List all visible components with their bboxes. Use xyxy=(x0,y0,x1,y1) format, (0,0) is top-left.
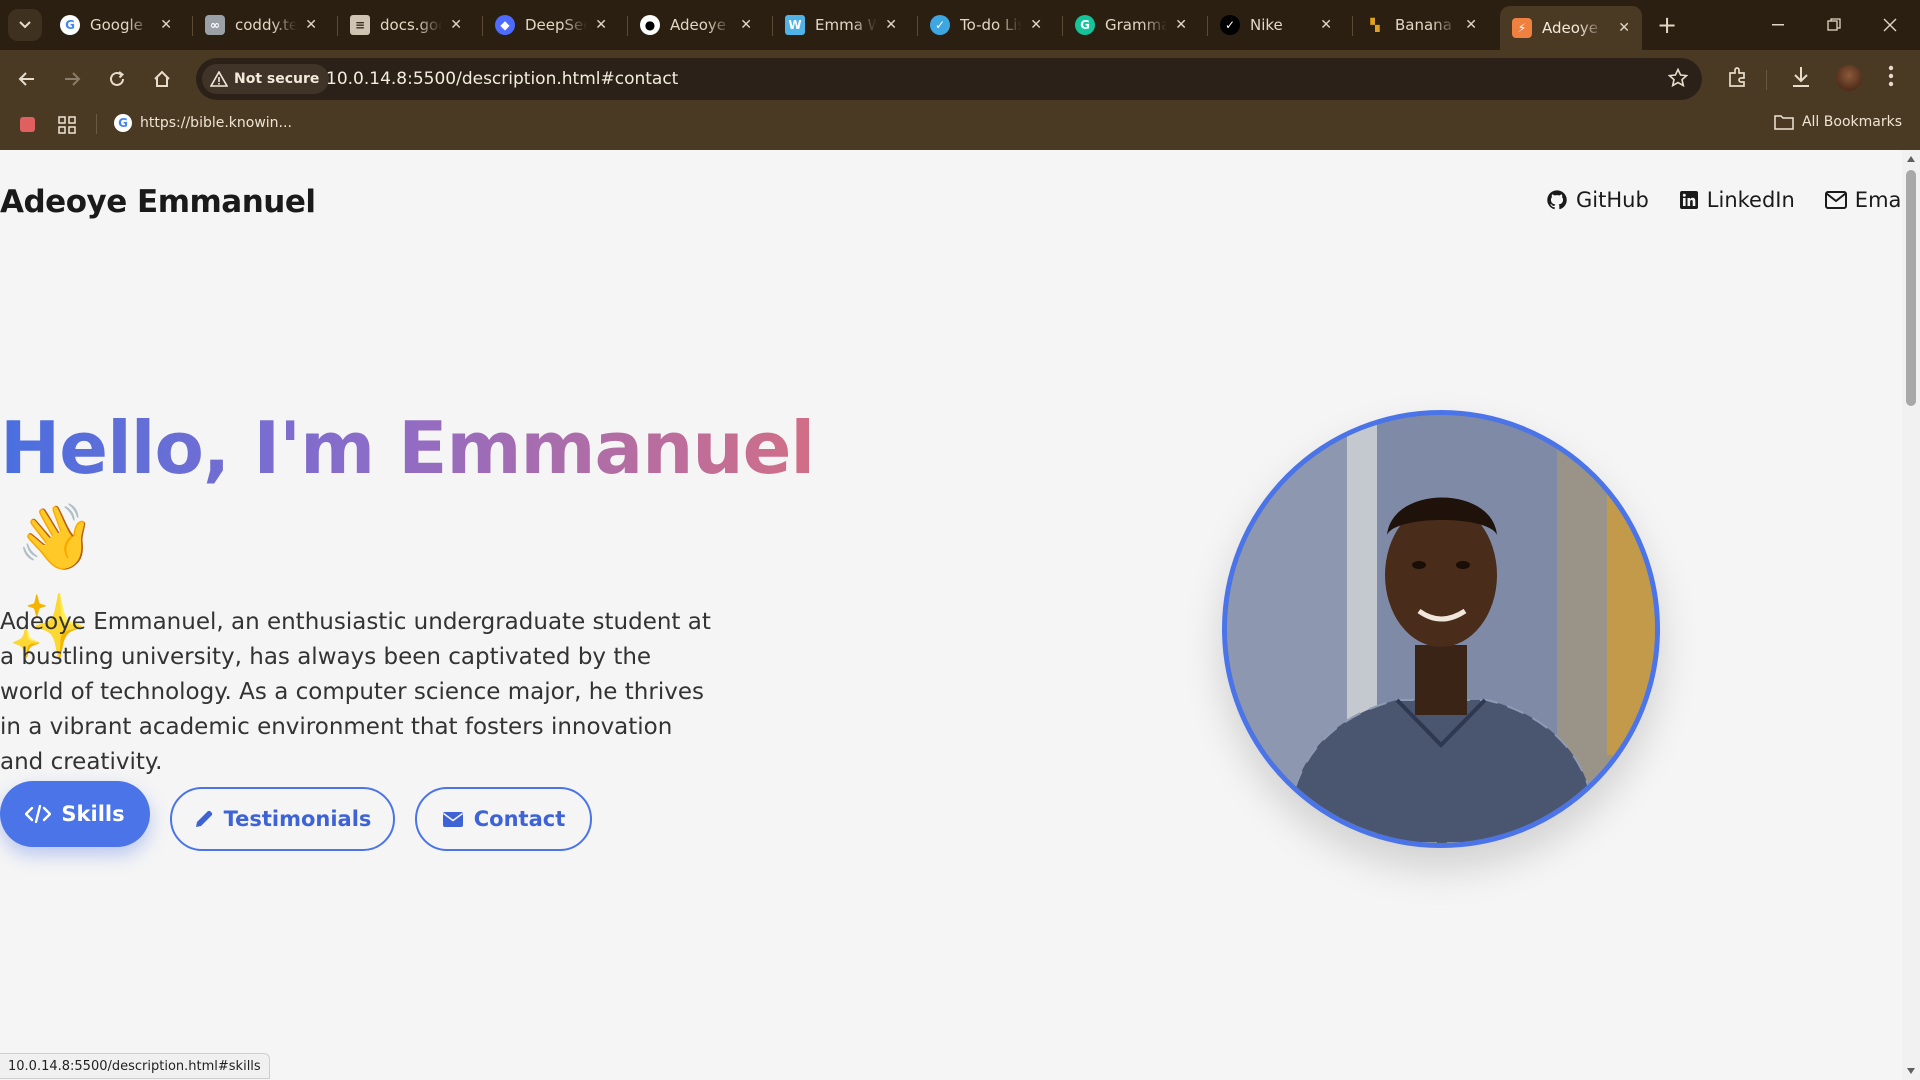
nike-icon: ✓ xyxy=(1220,15,1240,35)
banana-icon: ▚ xyxy=(1370,18,1380,32)
new-tab-button[interactable]: + xyxy=(1652,9,1682,41)
close-window-button[interactable] xyxy=(1862,0,1918,50)
todo-icon: ✓ xyxy=(930,15,950,35)
forward-button[interactable] xyxy=(56,63,88,95)
minimize-button[interactable] xyxy=(1750,0,1806,50)
email-link[interactable]: Email xyxy=(1824,188,1902,212)
github-link[interactable]: GitHub xyxy=(1546,188,1649,212)
scrollbar-thumb[interactable] xyxy=(1906,170,1916,406)
wave-emoji: 👋 xyxy=(16,501,96,575)
envelope-icon xyxy=(442,811,463,827)
close-icon[interactable]: ✕ xyxy=(595,17,607,33)
word-icon: W xyxy=(785,15,805,35)
skills-button[interactable]: Skills xyxy=(0,781,150,847)
contact-button[interactable]: Contact xyxy=(415,787,592,851)
grammarly-icon: G xyxy=(1075,15,1095,35)
all-bookmarks-button[interactable]: All Bookmarks xyxy=(1774,114,1902,130)
close-icon[interactable]: ✕ xyxy=(450,17,462,33)
linkedin-icon xyxy=(1679,191,1698,209)
google-icon: G xyxy=(114,114,132,132)
folder-icon xyxy=(1774,115,1794,130)
back-button[interactable] xyxy=(11,63,43,95)
profile-avatar[interactable] xyxy=(1836,65,1862,91)
tab-todo[interactable]: ✓ To-do List ✕ xyxy=(918,8,1054,42)
download-icon[interactable] xyxy=(1790,65,1812,93)
browser-toolbar: Not secure 10.0.14.8:5500/description.ht… xyxy=(0,50,1920,108)
tab-deepseek[interactable]: ◆ DeepSeek ✕ xyxy=(483,8,619,42)
page-viewport: Adeoye Emmanuel GitHub LinkedIn Email He… xyxy=(0,150,1902,1080)
github-icon: ● xyxy=(640,15,660,35)
docs-icon: ≡ xyxy=(350,15,370,35)
close-icon[interactable]: ✕ xyxy=(160,17,172,33)
apps-grid-icon[interactable] xyxy=(58,116,76,138)
testimonials-button[interactable]: Testimonials xyxy=(170,787,395,851)
bookmark-red-icon[interactable] xyxy=(20,117,35,132)
tab-search-button[interactable] xyxy=(8,9,42,41)
security-chip[interactable]: Not secure xyxy=(202,64,330,94)
close-icon[interactable]: ✕ xyxy=(1320,17,1332,33)
github-icon xyxy=(1547,190,1567,210)
security-label: Not secure xyxy=(234,71,320,87)
close-icon[interactable]: ✕ xyxy=(1465,17,1477,33)
page-scrollbar[interactable] xyxy=(1902,150,1920,1080)
pencil-icon xyxy=(195,810,212,827)
tab-adeoye-active[interactable]: ⚡ Adeoye ✕ xyxy=(1500,6,1642,50)
link-status-bar: 10.0.14.8:5500/description.html#skills xyxy=(0,1053,270,1079)
close-icon[interactable]: ✕ xyxy=(305,17,317,33)
social-nav: GitHub LinkedIn Email xyxy=(1546,188,1902,212)
warning-icon xyxy=(210,71,228,87)
bookmark-bible[interactable]: G https://bible.knowin... xyxy=(114,114,292,132)
tab-github[interactable]: ● Adeoye ✕ xyxy=(628,8,764,42)
bookmark-star-icon[interactable] xyxy=(1667,67,1689,92)
site-title[interactable]: Adeoye Emmanuel xyxy=(0,184,316,220)
close-icon[interactable]: ✕ xyxy=(740,17,752,33)
deepseek-icon: ◆ xyxy=(495,15,515,35)
hero-description: Adeoye Emmanuel, an enthusiastic undergr… xyxy=(0,609,711,775)
close-icon[interactable]: ✕ xyxy=(885,17,897,33)
google-icon: G xyxy=(60,15,80,35)
address-bar[interactable]: Not secure 10.0.14.8:5500/description.ht… xyxy=(196,58,1702,100)
tab-google[interactable]: G Google ✕ xyxy=(48,8,184,42)
tab-grammarly[interactable]: G Grammarly ✕ xyxy=(1063,8,1199,42)
close-icon[interactable]: ✕ xyxy=(1175,17,1187,33)
url-text[interactable]: 10.0.14.8:5500/description.html#contact xyxy=(326,69,678,89)
home-button[interactable] xyxy=(146,63,178,95)
extensions-icon[interactable] xyxy=(1726,65,1750,93)
linkedin-link[interactable]: LinkedIn xyxy=(1679,188,1795,212)
tab-emma[interactable]: W Emma W ✕ xyxy=(773,8,909,42)
tab-strip: G Google ✕ ∞ coddy.tech ✕ ≡ docs.google … xyxy=(0,0,1920,50)
menu-icon[interactable] xyxy=(1888,65,1894,91)
page-icon: ⚡ xyxy=(1512,18,1532,38)
envelope-icon xyxy=(1824,191,1847,209)
tab-banana[interactable]: ▚ Banana ✕ xyxy=(1353,8,1489,42)
restore-button[interactable] xyxy=(1806,0,1862,50)
coddy-icon: ∞ xyxy=(205,15,225,35)
tab-coddy[interactable]: ∞ coddy.tech ✕ xyxy=(193,8,329,42)
profile-photo xyxy=(1222,410,1660,848)
close-icon[interactable]: ✕ xyxy=(1618,20,1630,36)
code-icon xyxy=(25,805,52,823)
close-icon[interactable]: ✕ xyxy=(1030,17,1042,33)
tab-docs[interactable]: ≡ docs.google ✕ xyxy=(338,8,474,42)
tab-nike[interactable]: ✓ Nike ✕ xyxy=(1208,8,1344,42)
reload-button[interactable] xyxy=(101,63,133,95)
